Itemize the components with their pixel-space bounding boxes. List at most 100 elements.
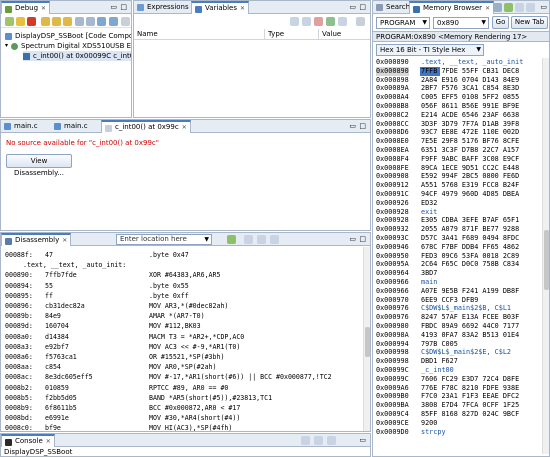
terminate-icon[interactable] bbox=[27, 17, 36, 26]
minimize-icon[interactable]: ▭ bbox=[349, 235, 356, 243]
disassembly-row[interactable]: 000895: ff .byte 0xff bbox=[1, 291, 363, 301]
refresh-icon[interactable] bbox=[326, 17, 335, 26]
memory-values: A07E 9E5B F241 A199 DB8F bbox=[421, 286, 520, 295]
disassembly-row[interactable]: 0008ac: 8e3dc605eff5 MOV #-17,*AR1(short(#… bbox=[1, 372, 363, 382]
memory-scrollbar[interactable] bbox=[542, 58, 549, 454]
memory-tabbar: Search Memory Browser ✕ ▭ bbox=[373, 1, 549, 14]
tab-main-c-1[interactable]: main.c bbox=[1, 120, 41, 133]
view-menu-icon[interactable] bbox=[121, 17, 130, 26]
tab-expressions[interactable]: Expressions bbox=[134, 1, 192, 14]
step-over-icon[interactable] bbox=[52, 17, 61, 26]
disassembly-label-row[interactable]: .text, __text, _auto_init: bbox=[1, 260, 363, 270]
memory-address: 0x000950 bbox=[376, 251, 409, 260]
step-into-icon[interactable] bbox=[41, 17, 50, 26]
disassembly-row[interactable]: 0008b5: f2bb5d05 BAND *AR5(short(#5)),#238… bbox=[1, 393, 363, 403]
close-icon[interactable]: ✕ bbox=[41, 5, 46, 12]
clear-console-icon[interactable] bbox=[301, 436, 310, 445]
close-icon[interactable]: ✕ bbox=[46, 438, 51, 445]
disassembly-scrollbar[interactable] bbox=[363, 247, 370, 431]
tab-console[interactable]: Console ✕ bbox=[1, 434, 55, 447]
link-icon[interactable] bbox=[515, 3, 524, 12]
memory-page-select[interactable]: PROGRAM ▼ bbox=[376, 17, 430, 29]
maximize-icon[interactable]: □ bbox=[120, 3, 127, 11]
reset-icon[interactable] bbox=[86, 17, 95, 26]
remove-icon[interactable] bbox=[314, 17, 323, 26]
disassembly-row[interactable]: 0008b9: 6f8611b5 BCC #0x000872,AR0 < #17 bbox=[1, 403, 363, 413]
disassembly-row[interactable]: 00088f: 47 .byte 0x47 bbox=[1, 250, 363, 260]
forward-icon[interactable] bbox=[504, 3, 513, 12]
disassembly-row[interactable]: 00089b: 84e9 AMAR *(AR7-T0) bbox=[1, 311, 363, 321]
disassembly-row[interactable]: 0008b2: 010859 RPTCC #89, AR0 == #0 bbox=[1, 383, 363, 393]
memory-symbol: exit bbox=[421, 207, 438, 216]
scrollbar-thumb[interactable] bbox=[365, 327, 370, 357]
minimize-icon[interactable]: ▭ bbox=[349, 122, 356, 130]
asm-step-icon[interactable] bbox=[75, 17, 84, 26]
scroll-lock-icon[interactable] bbox=[314, 436, 323, 445]
tab-memory-browser[interactable]: Memory Browser ✕ bbox=[409, 1, 495, 14]
disassembly-row[interactable]: 0008c0: bf9e MOV HI(AC3),*SP(#4fh) bbox=[1, 423, 363, 431]
tab-debug[interactable]: Debug ✕ bbox=[1, 1, 51, 14]
disassembly-opcode: c854 bbox=[45, 363, 61, 372]
resume-icon[interactable] bbox=[5, 17, 14, 26]
disassembly-row[interactable]: 0008aa: c854 MOV AR0,*SP(#2ah) bbox=[1, 362, 363, 372]
view-menu-icon[interactable] bbox=[356, 17, 365, 26]
minimize-icon[interactable]: ▭ bbox=[359, 436, 366, 444]
step-return-icon[interactable] bbox=[63, 17, 72, 26]
view-disassembly-button[interactable]: View Disassembly... bbox=[6, 154, 72, 177]
restart-icon[interactable] bbox=[97, 17, 106, 26]
connect-icon[interactable] bbox=[109, 17, 118, 26]
tab-main-c-2[interactable]: main.c bbox=[51, 120, 91, 133]
tab-search[interactable]: Search bbox=[373, 1, 413, 14]
disassembly-row[interactable]: 0008a3: e92bf7 MOV AC3 << #-9,*AR1(T0) bbox=[1, 342, 363, 352]
tree-item-frame[interactable]: c_int00() at 0x00099C c_int00 has bbox=[23, 51, 131, 61]
disassembly-row[interactable]: 0008bd: e6991e MOV #30,*AR4(short(#4)) bbox=[1, 413, 363, 423]
column-type[interactable]: Type bbox=[264, 29, 284, 40]
refresh-icon[interactable] bbox=[526, 3, 535, 12]
chevron-down-icon: ▼ bbox=[476, 46, 481, 53]
select-all-icon[interactable] bbox=[302, 17, 311, 26]
refresh-icon[interactable] bbox=[270, 235, 279, 244]
maximize-icon[interactable]: □ bbox=[359, 3, 366, 11]
disassembly-row[interactable]: 000890: 7ffb7fde XOR #64383,AR6,AR5 bbox=[1, 270, 363, 280]
disassembly-row[interactable]: 000894: 55 .byte 0x55 bbox=[1, 281, 363, 291]
pin-icon[interactable] bbox=[338, 17, 347, 26]
disassembly-row[interactable]: 000896: cb31dec82a MOV AR3,*(#0dec82ah) bbox=[1, 301, 363, 311]
editor-tabbar: main.c main.c c_int00() at 0x99c ✕ ▭ □ bbox=[1, 120, 370, 133]
maximize-icon[interactable]: □ bbox=[359, 122, 366, 130]
disassembly-row[interactable]: 0008a6: f5763ca1 OR #15521,*SP(#3bh) bbox=[1, 352, 363, 362]
memory-format-select[interactable]: Hex 16 Bit - TI Style Hex ▼ bbox=[376, 44, 484, 56]
memory-address: 0x000976 bbox=[376, 313, 409, 322]
maximize-icon[interactable]: □ bbox=[359, 235, 366, 243]
minimize-icon[interactable]: ▭ bbox=[110, 3, 117, 11]
collapse-all-icon[interactable] bbox=[290, 17, 299, 26]
display-console-icon[interactable] bbox=[327, 436, 336, 445]
disassembly-row[interactable]: 0008a0: d14384 MACM T3 = *AR2+,*CDP,AC0 bbox=[1, 332, 363, 342]
location-input[interactable]: Enter location here ▼ bbox=[116, 234, 212, 245]
minimize-icon[interactable]: ▭ bbox=[540, 3, 547, 11]
tab-variables[interactable]: Variables ✕ bbox=[191, 1, 250, 14]
scrollbar-thumb[interactable] bbox=[544, 230, 549, 290]
close-icon[interactable]: ✕ bbox=[62, 237, 67, 244]
memory-values: 4193 0FA7 83A2 B513 01E4 bbox=[421, 330, 520, 339]
minimize-icon[interactable]: ▭ bbox=[349, 3, 356, 11]
back-icon[interactable] bbox=[493, 3, 502, 12]
close-icon[interactable]: ✕ bbox=[182, 124, 187, 131]
suspend-icon[interactable] bbox=[16, 17, 25, 26]
tab-c-int00[interactable]: c_int00() at 0x99c ✕ bbox=[101, 120, 191, 133]
tab-disassembly[interactable]: Disassembly ✕ bbox=[1, 233, 72, 246]
rendering-tab[interactable]: PROGRAM:0x890 <Memory Rendering 17> bbox=[373, 31, 549, 42]
source-icon[interactable] bbox=[257, 235, 266, 244]
close-icon[interactable]: ✕ bbox=[485, 5, 490, 12]
link-icon[interactable] bbox=[244, 235, 253, 244]
go-button[interactable]: Go bbox=[492, 16, 509, 29]
close-icon[interactable]: ✕ bbox=[240, 5, 245, 12]
new-tab-button[interactable]: New Tab bbox=[511, 16, 548, 29]
memory-icon bbox=[413, 6, 420, 13]
memory-address-input[interactable]: 0x890 ▼ bbox=[433, 17, 489, 29]
disassembly-row[interactable]: 00089d: 160704 MOV #112,BK03 bbox=[1, 321, 363, 331]
column-name[interactable]: Name bbox=[137, 29, 158, 40]
column-value[interactable]: Value bbox=[318, 29, 341, 40]
go-location-icon[interactable] bbox=[227, 235, 236, 244]
expand-icon[interactable]: ▾ bbox=[5, 41, 8, 51]
disassembly-panel: Disassembly ✕ Enter location here ▼ ▭ □ 0… bbox=[0, 232, 371, 432]
